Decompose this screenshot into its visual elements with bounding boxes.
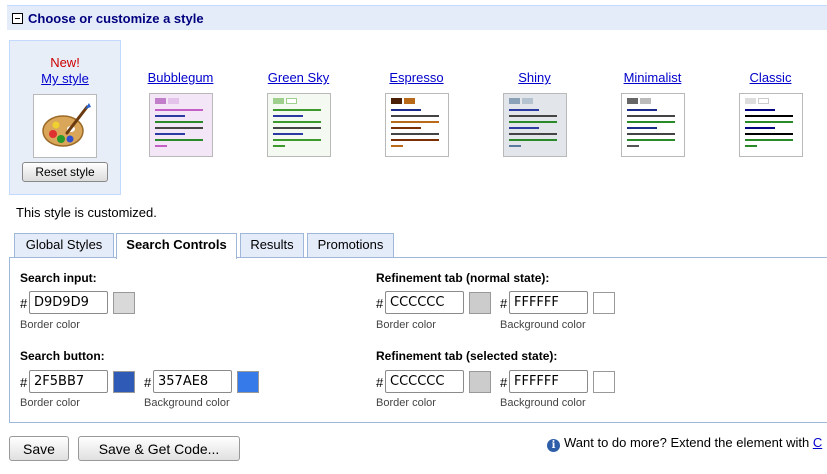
style-card-shiny[interactable]: Shiny xyxy=(479,40,590,195)
tab-results[interactable]: Results xyxy=(240,233,304,258)
style-card-my-style[interactable]: New! My style Reset style xyxy=(9,40,121,195)
info-icon: i xyxy=(547,439,560,452)
tab-search-controls[interactable]: Search Controls xyxy=(116,233,237,259)
customized-status: This style is customized. xyxy=(16,205,157,220)
search-input-border-swatch[interactable] xyxy=(113,292,135,314)
shiny-thumbnail[interactable] xyxy=(502,93,567,157)
search-button-background-swatch[interactable] xyxy=(237,371,259,393)
style-link-bubblegum[interactable]: Bubblegum xyxy=(125,70,236,86)
style-picker: New! My style Reset style Bubblegum Gree… xyxy=(9,40,824,196)
new-badge: New! xyxy=(50,55,80,70)
hash-label: # xyxy=(500,375,508,390)
hash-label: # xyxy=(20,375,28,390)
hash-label: # xyxy=(376,375,384,390)
border-color-label: Border color xyxy=(376,397,436,409)
refinement-normal-border-field[interactable] xyxy=(385,291,464,314)
save-get-code-button[interactable]: Save & Get Code... xyxy=(78,436,240,461)
border-color-label: Border color xyxy=(20,397,80,409)
search-input-heading: Search input: xyxy=(20,271,97,285)
refinement-selected-background-field[interactable] xyxy=(509,370,588,393)
green-sky-thumbnail[interactable] xyxy=(266,93,331,157)
extend-info: i Want to do more? Extend the element wit… xyxy=(547,435,822,452)
refinement-selected-heading: Refinement tab (selected state): xyxy=(376,349,558,363)
refinement-selected-background-swatch[interactable] xyxy=(593,371,615,393)
refinement-normal-heading: Refinement tab (normal state): xyxy=(376,271,550,285)
hash-label: # xyxy=(500,296,508,311)
background-color-label: Background color xyxy=(144,397,230,409)
espresso-thumbnail[interactable] xyxy=(384,93,449,157)
style-card-classic[interactable]: Classic xyxy=(715,40,826,195)
border-color-label: Border color xyxy=(376,319,436,331)
tab-bar: Global Styles Search Controls Results Pr… xyxy=(9,233,827,259)
hash-label: # xyxy=(20,296,28,311)
background-color-label: Background color xyxy=(500,319,586,331)
search-button-background-field[interactable] xyxy=(153,370,232,393)
tab-promotions[interactable]: Promotions xyxy=(307,233,394,258)
search-input-border-field[interactable] xyxy=(29,291,108,314)
background-color-label: Background color xyxy=(500,397,586,409)
bubblegum-thumbnail[interactable] xyxy=(148,93,213,157)
section-header: Choose or customize a style xyxy=(7,5,827,30)
hash-label: # xyxy=(376,296,384,311)
extend-link[interactable]: C xyxy=(813,435,822,450)
extend-info-text: Want to do more? Extend the element with xyxy=(564,435,813,450)
style-card-espresso[interactable]: Espresso xyxy=(361,40,472,195)
style-link-shiny[interactable]: Shiny xyxy=(479,70,590,86)
style-link-my-style[interactable]: My style xyxy=(10,71,120,87)
style-link-classic[interactable]: Classic xyxy=(715,70,826,86)
search-controls-panel: Search input: # Border color Search butt… xyxy=(9,257,827,423)
tab-global-styles[interactable]: Global Styles xyxy=(14,233,114,258)
style-link-espresso[interactable]: Espresso xyxy=(361,70,472,86)
section-title: Choose or customize a style xyxy=(28,10,204,26)
classic-thumbnail[interactable] xyxy=(738,93,803,157)
palette-icon[interactable] xyxy=(33,94,97,158)
hash-label: # xyxy=(144,375,152,390)
collapse-toggle-icon[interactable] xyxy=(12,12,23,24)
search-button-border-field[interactable] xyxy=(29,370,108,393)
refinement-normal-background-field[interactable] xyxy=(509,291,588,314)
style-card-green-sky[interactable]: Green Sky xyxy=(243,40,354,195)
search-button-border-swatch[interactable] xyxy=(113,371,135,393)
minimalist-thumbnail[interactable] xyxy=(620,93,685,157)
border-color-label: Border color xyxy=(20,319,80,331)
style-card-minimalist[interactable]: Minimalist xyxy=(597,40,708,195)
save-button[interactable]: Save xyxy=(9,436,69,461)
refinement-normal-border-swatch[interactable] xyxy=(469,292,491,314)
style-link-green-sky[interactable]: Green Sky xyxy=(243,70,354,86)
refinement-selected-border-swatch[interactable] xyxy=(469,371,491,393)
refinement-selected-border-field[interactable] xyxy=(385,370,464,393)
reset-style-button[interactable]: Reset style xyxy=(22,162,108,182)
search-button-heading: Search button: xyxy=(20,349,105,363)
style-link-minimalist[interactable]: Minimalist xyxy=(597,70,708,86)
style-card-bubblegum[interactable]: Bubblegum xyxy=(125,40,236,195)
refinement-normal-background-swatch[interactable] xyxy=(593,292,615,314)
